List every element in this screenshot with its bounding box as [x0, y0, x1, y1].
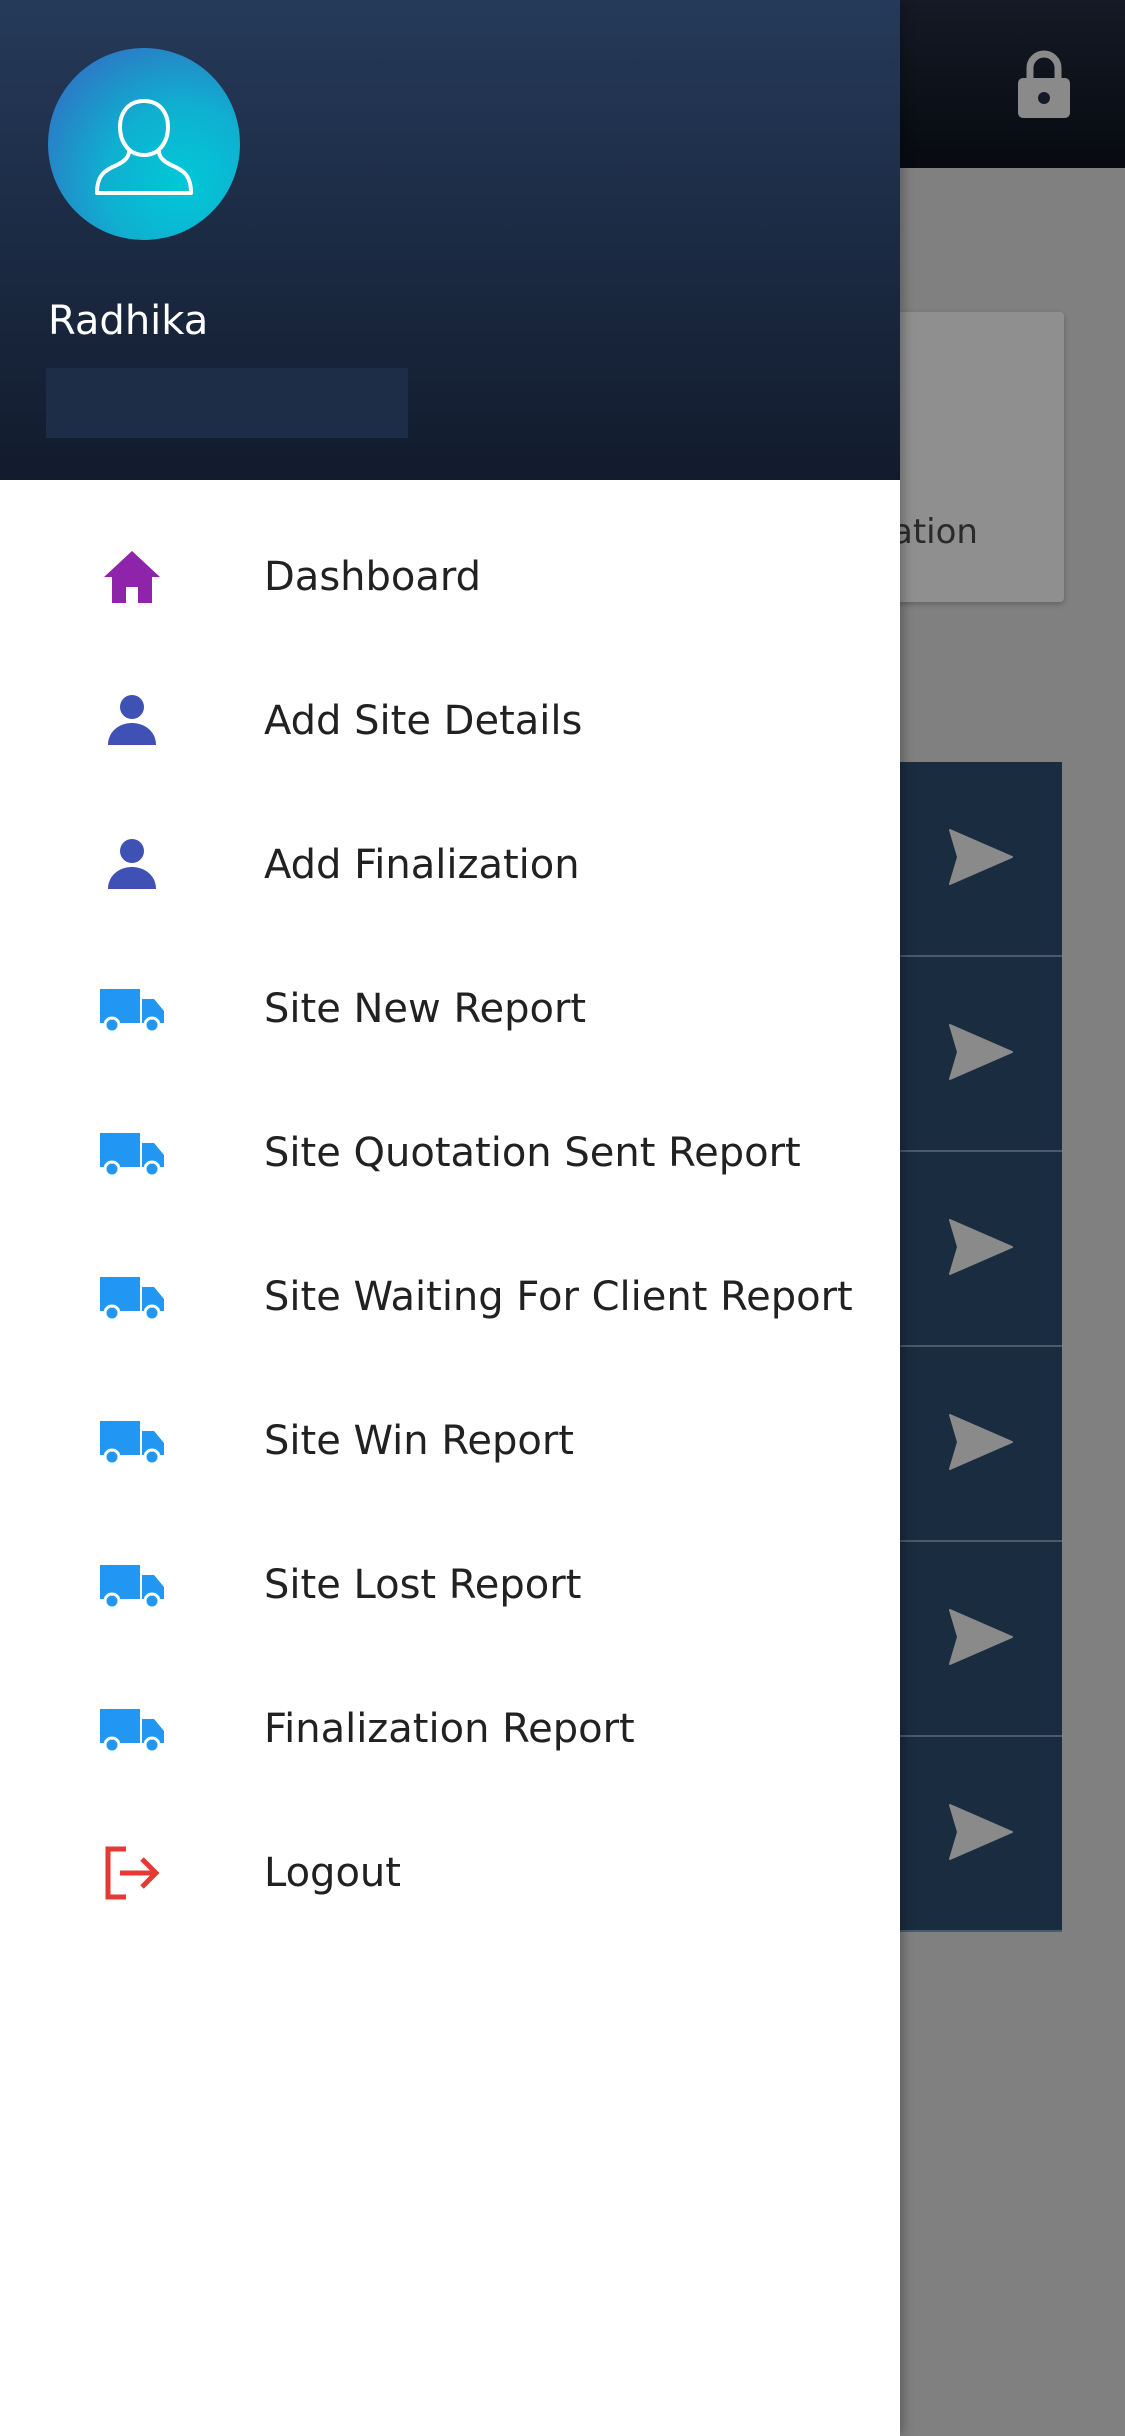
menu-item-site-new-report[interactable]: Site New Report [0, 937, 900, 1081]
background-list [880, 762, 1062, 1932]
menu-item-dashboard[interactable]: Dashboard [0, 505, 900, 649]
menu-item-site-win-report[interactable]: Site Win Report [0, 1369, 900, 1513]
background-list-row[interactable] [880, 1737, 1062, 1932]
send-icon[interactable] [948, 1409, 1014, 1475]
menu-item-label: Add Site Details [264, 698, 583, 744]
background-card[interactable]: ation [880, 312, 1064, 602]
background-card-label: ation [892, 512, 978, 552]
background-list-row[interactable] [880, 1152, 1062, 1347]
menu-item-label: Add Finalization [264, 842, 580, 888]
user-avatar-icon [95, 98, 193, 195]
user-name: Radhika [48, 298, 209, 344]
menu-item-site-quotation-sent-report[interactable]: Site Quotation Sent Report [0, 1081, 900, 1225]
menu-item-label: Site Win Report [264, 1418, 574, 1464]
truck-icon [96, 1693, 168, 1765]
navigation-drawer: Radhika Dashboard Add Site Details Add Fin… [0, 0, 900, 2436]
user-subtitle-placeholder [46, 368, 408, 438]
menu-item-label: Dashboard [264, 554, 482, 600]
screen: ation Radhika Dashboard Add Site Details A… [0, 0, 1125, 2436]
truck-icon [96, 1261, 168, 1333]
truck-icon [96, 1405, 168, 1477]
menu-item-site-lost-report[interactable]: Site Lost Report [0, 1513, 900, 1657]
avatar[interactable] [48, 48, 240, 240]
menu-item-label: Logout [264, 1850, 401, 1896]
send-icon[interactable] [948, 1214, 1014, 1280]
menu-item-label: Site New Report [264, 986, 587, 1032]
menu-item-logout[interactable]: Logout [0, 1801, 900, 1945]
menu-item-add-finalization[interactable]: Add Finalization [0, 793, 900, 937]
background-list-row[interactable] [880, 957, 1062, 1152]
menu-item-site-waiting-for-client-report[interactable]: Site Waiting For Client Report [0, 1225, 900, 1369]
drawer-header: Radhika [0, 0, 900, 480]
menu-item-add-site-details[interactable]: Add Site Details [0, 649, 900, 793]
send-icon[interactable] [948, 1604, 1014, 1670]
person-icon [96, 829, 168, 901]
send-icon[interactable] [948, 1799, 1014, 1865]
drawer-menu: Dashboard Add Site Details Add Finalizatio… [0, 505, 900, 1945]
logout-icon [96, 1837, 168, 1909]
background-list-row[interactable] [880, 1347, 1062, 1542]
menu-item-finalization-report[interactable]: Finalization Report [0, 1657, 900, 1801]
menu-item-label: Site Quotation Sent Report [264, 1130, 801, 1176]
background-list-row[interactable] [880, 1542, 1062, 1737]
menu-item-label: Site Waiting For Client Report [264, 1274, 853, 1320]
menu-item-label: Site Lost Report [264, 1562, 582, 1608]
menu-item-label: Finalization Report [264, 1706, 635, 1752]
home-icon [96, 541, 168, 613]
send-icon[interactable] [948, 824, 1014, 890]
truck-icon [96, 973, 168, 1045]
background-list-row[interactable] [880, 762, 1062, 957]
truck-icon [96, 1549, 168, 1621]
send-icon[interactable] [948, 1019, 1014, 1085]
lock-icon[interactable] [1016, 48, 1072, 120]
person-icon [96, 685, 168, 757]
truck-icon [96, 1117, 168, 1189]
